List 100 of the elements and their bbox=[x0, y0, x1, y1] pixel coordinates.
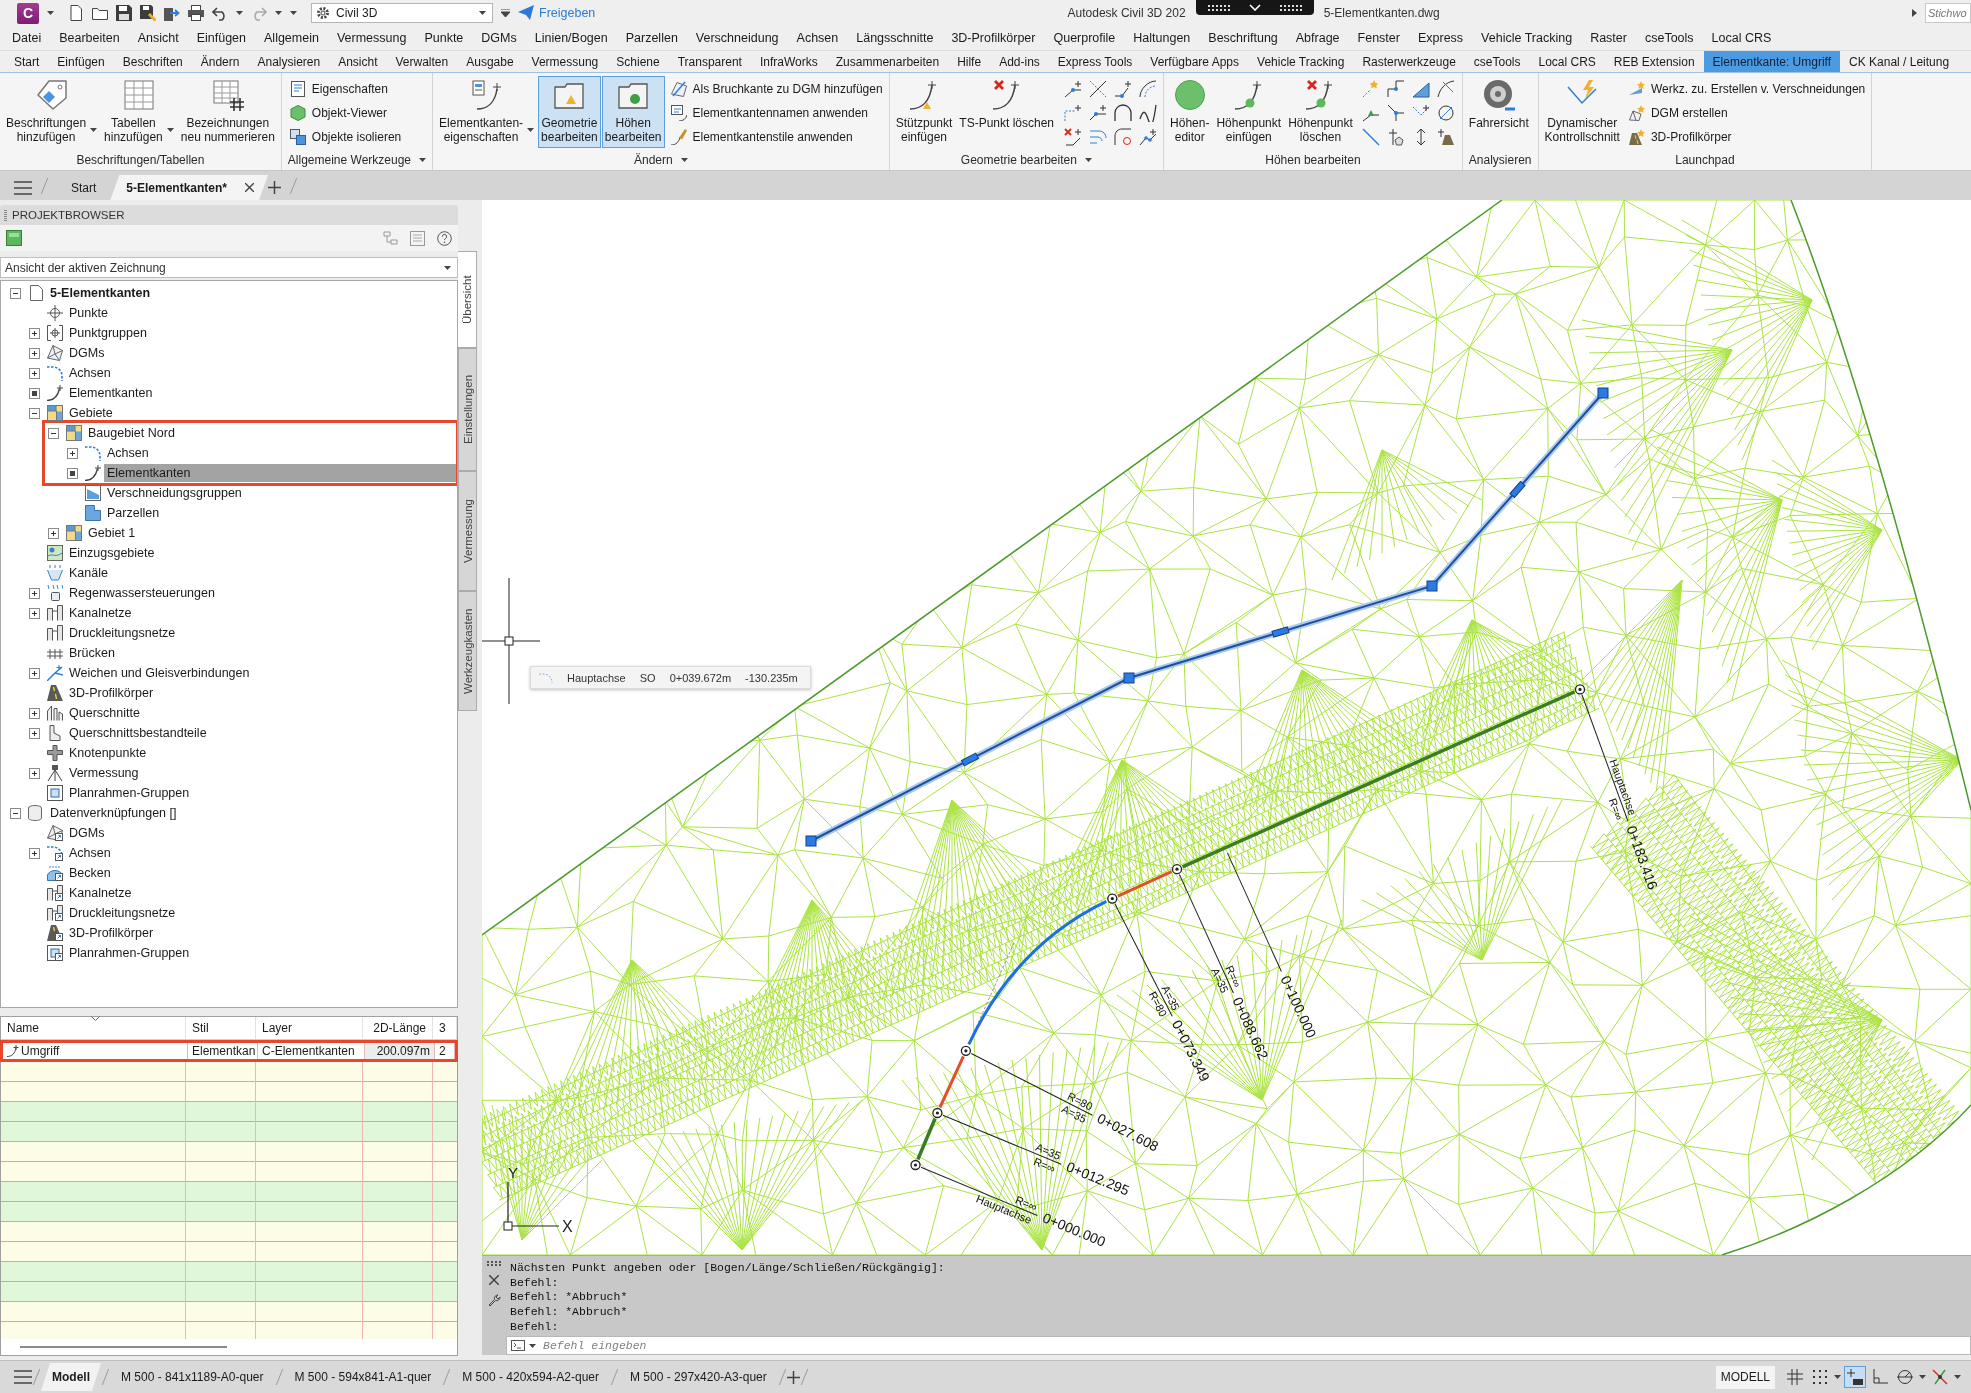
close-icon[interactable] bbox=[489, 1275, 499, 1285]
tree-item[interactable]: Becken bbox=[66, 864, 457, 882]
tree-item[interactable]: Querschnitte bbox=[66, 704, 457, 722]
ribbon-button[interactable]: Bezeichnungen neu nummerieren bbox=[177, 76, 278, 148]
layout-tab[interactable]: Modell bbox=[41, 1363, 101, 1391]
undo-icon[interactable] bbox=[212, 5, 228, 21]
column-header[interactable]: 3 bbox=[433, 1017, 457, 1039]
command-input[interactable]: Befehl eingeben bbox=[506, 1336, 1971, 1355]
expand-plus-icon[interactable] bbox=[28, 367, 40, 379]
tree-item[interactable]: Punktgruppen bbox=[66, 324, 457, 342]
menu-item[interactable]: Datei bbox=[3, 28, 51, 48]
grip-handle[interactable] bbox=[1271, 626, 1290, 638]
expand-plus-icon[interactable] bbox=[28, 667, 40, 679]
tree-item[interactable]: DGMs bbox=[66, 824, 457, 842]
menu-icon[interactable] bbox=[14, 1370, 32, 1384]
ribbon-button[interactable]: Als Bruchkante zu DGM hinzufügen bbox=[667, 78, 886, 100]
tree-item[interactable]: Kanalnetze bbox=[66, 884, 457, 902]
tree-item[interactable]: Datenverknüpfungen [] bbox=[47, 804, 457, 822]
diagonal-line-icon[interactable] bbox=[1362, 128, 1381, 146]
vertex-marker[interactable] bbox=[960, 1045, 972, 1056]
open-folder-icon[interactable] bbox=[92, 5, 108, 21]
help-icon[interactable] bbox=[437, 230, 452, 246]
menu-item[interactable]: Punkte bbox=[415, 28, 473, 48]
save-as-icon[interactable] bbox=[140, 5, 156, 21]
view-dropdown[interactable]: Ansicht der aktiven Zeichnung bbox=[0, 257, 458, 278]
expand-plus-icon[interactable] bbox=[28, 727, 40, 739]
menu-item[interactable]: Linien/Bogen bbox=[525, 28, 617, 48]
side-tab[interactable]: Werkzeugkasten bbox=[458, 591, 477, 711]
prompt-icon[interactable] bbox=[511, 1340, 525, 1351]
ribbon-button[interactable]: Elementkantennamen anwenden bbox=[667, 102, 886, 124]
panel-title[interactable]: Allgemeine Werkzeuge bbox=[281, 150, 433, 170]
caret-icon[interactable] bbox=[47, 11, 54, 15]
expand-plus-icon[interactable] bbox=[28, 607, 40, 619]
tree-item[interactable]: Gebiete bbox=[66, 404, 457, 422]
dot-box-icon[interactable] bbox=[28, 387, 40, 399]
model-space-button[interactable]: MODELL bbox=[1715, 1365, 1775, 1389]
menu-item[interactable]: Haltungen bbox=[1124, 28, 1200, 48]
grip-handle[interactable] bbox=[1123, 672, 1135, 684]
trim-points-icon[interactable] bbox=[1138, 128, 1157, 146]
slope-triangle-icon[interactable] bbox=[1412, 80, 1431, 98]
print-icon[interactable] bbox=[188, 5, 204, 21]
panel-title[interactable]: Geometrie bearbeiten bbox=[889, 150, 1164, 170]
plus-icon[interactable] bbox=[268, 181, 282, 194]
plus-icon[interactable] bbox=[786, 1370, 800, 1384]
ribbon-button[interactable]: Höhen- editor bbox=[1167, 76, 1213, 148]
connection-bar[interactable] bbox=[1195, 0, 1314, 15]
document-tab[interactable]: Start bbox=[55, 175, 111, 200]
menu-item[interactable]: cseTools bbox=[1635, 28, 1703, 48]
menu-item[interactable]: Allgemein bbox=[255, 28, 328, 48]
ribbon-tab[interactable]: Elementkante: Umgriff bbox=[1703, 51, 1841, 72]
tree-item[interactable]: Kanalnetze bbox=[66, 604, 457, 622]
column-header[interactable]: Stil bbox=[186, 1017, 256, 1039]
menu-item[interactable]: Bearbeiten bbox=[50, 28, 129, 48]
ribbon-button[interactable]: Höhenpunkt einfügen bbox=[1213, 76, 1285, 148]
feature-line-segment[interactable] bbox=[967, 899, 1108, 1046]
menu-item[interactable]: Parzellen bbox=[616, 28, 687, 48]
wave-line-icon[interactable] bbox=[1138, 104, 1157, 122]
vertex-marker[interactable] bbox=[932, 1107, 943, 1119]
customize-caret-icon[interactable] bbox=[501, 9, 510, 17]
share-button[interactable]: Freigeben bbox=[518, 5, 596, 21]
ribbon-button[interactable]: Fahrersicht bbox=[1465, 76, 1532, 148]
workspace-dropdown[interactable]: Civil 3D bbox=[311, 3, 493, 23]
ribbon-tab[interactable]: CK Kanal / Leitung bbox=[1840, 51, 1959, 72]
menu-item[interactable]: Verschneidung bbox=[686, 28, 788, 48]
grid-button[interactable] bbox=[1784, 1366, 1806, 1388]
grip-handle[interactable] bbox=[961, 752, 979, 767]
menu-item[interactable]: Abfrage bbox=[1286, 28, 1349, 48]
collapse-minus-icon[interactable] bbox=[47, 427, 59, 439]
ribbon-button[interactable]: Höhenpunkt löschen bbox=[1285, 76, 1356, 148]
dot-box-icon[interactable] bbox=[66, 467, 78, 479]
column-header[interactable]: 2D-Länge bbox=[363, 1017, 433, 1039]
tree-item[interactable]: Vermessung bbox=[66, 764, 457, 782]
ribbon-tab[interactable]: Verwalten bbox=[386, 51, 458, 72]
expand-plus-icon[interactable] bbox=[28, 847, 40, 859]
tree-item[interactable]: Gebiet 1 bbox=[85, 524, 457, 542]
column-header[interactable]: Name bbox=[1, 1017, 186, 1039]
collapse-minus-icon[interactable] bbox=[28, 407, 40, 419]
menu-item[interactable]: Fenster bbox=[1348, 28, 1409, 48]
collapse-minus-icon[interactable] bbox=[9, 807, 21, 819]
menu-item[interactable]: Einfügen bbox=[187, 28, 255, 48]
caret-icon[interactable] bbox=[290, 11, 297, 15]
menu-item[interactable]: Beschriftung bbox=[1199, 28, 1287, 48]
corner-line-icon[interactable] bbox=[1113, 80, 1132, 98]
layout-tab[interactable]: M 500 - 841x1189-A0-quer bbox=[110, 1363, 275, 1391]
feature-line-segment[interactable] bbox=[916, 1117, 937, 1161]
ribbon-tab[interactable]: Ändern bbox=[191, 51, 249, 72]
expand-plus-icon[interactable] bbox=[28, 327, 40, 339]
ribbon-tab[interactable]: Beschriften bbox=[113, 51, 192, 72]
ribbon-tab[interactable]: cseTools bbox=[1464, 51, 1530, 72]
ribbon-button[interactable]: Dynamischer Kontrollschnitt bbox=[1541, 76, 1623, 148]
arch-icon[interactable] bbox=[1113, 104, 1132, 122]
crossed-lines-icon[interactable] bbox=[1088, 80, 1107, 98]
ribbon-button[interactable]: Objekte isolieren bbox=[286, 126, 405, 148]
scrollbar-thumb[interactable] bbox=[20, 1346, 227, 1348]
vertex-marker[interactable] bbox=[1171, 864, 1183, 875]
search-field[interactable]: Stichwo bbox=[1925, 3, 1971, 23]
tangent-arc-icon[interactable] bbox=[1437, 80, 1456, 98]
ribbon-button[interactable]: 3D-Profilkörper bbox=[1625, 126, 1869, 148]
tree-item[interactable]: Elementkanten bbox=[66, 384, 457, 402]
menu-item[interactable]: Ansicht bbox=[128, 28, 188, 48]
